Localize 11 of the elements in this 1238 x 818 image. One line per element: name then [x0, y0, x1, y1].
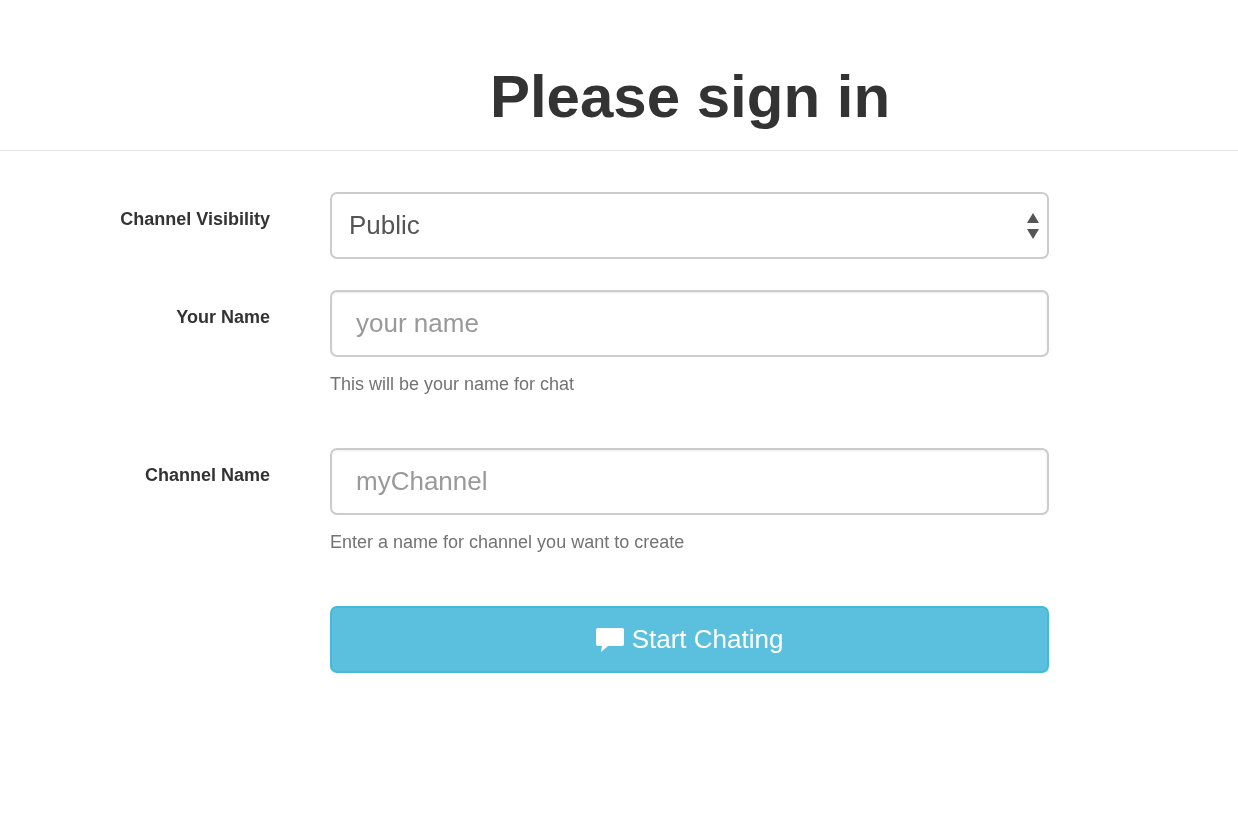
help-text: This will be your name for chat — [330, 373, 575, 396]
field-label: Channel Name — [144, 464, 270, 487]
text-input-field[interactable]: your name — [330, 290, 1049, 357]
speech-bubble-icon — [595, 627, 624, 652]
field-label: Your Name — [176, 306, 270, 329]
field-label: Channel Visibility — [120, 208, 270, 231]
up-down-arrows-icon — [1027, 212, 1039, 239]
text-input-field[interactable]: myChannel — [330, 448, 1049, 515]
page-title: Please sign in — [489, 62, 891, 127]
help-text: Enter a name for channel you want to create — [330, 531, 685, 554]
visibility-select[interactable]: Public — [330, 192, 1049, 259]
